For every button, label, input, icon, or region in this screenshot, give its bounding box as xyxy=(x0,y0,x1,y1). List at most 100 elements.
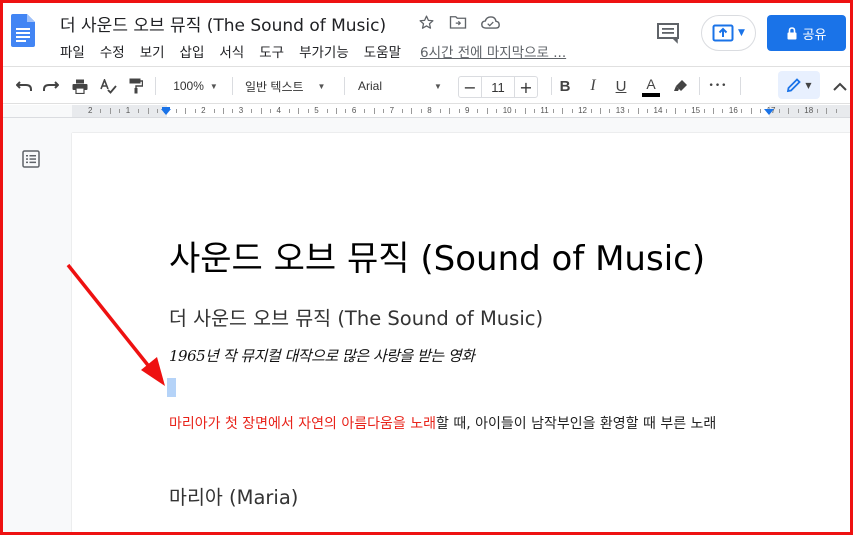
increase-font-size-button[interactable]: + xyxy=(515,77,537,97)
present-button[interactable]: ▼ xyxy=(701,15,756,51)
menu-format[interactable]: 서식 xyxy=(219,41,251,61)
chevron-down-icon: ▼ xyxy=(209,81,218,91)
redo-icon[interactable] xyxy=(41,75,61,97)
move-to-folder-icon[interactable] xyxy=(448,12,468,32)
doc-heading-maria[interactable]: 마리아 (Maria) xyxy=(169,481,298,510)
ruler-tick xyxy=(750,108,752,114)
text-cursor xyxy=(167,378,176,397)
font-family-value: Arial xyxy=(358,79,383,93)
ruler-tick xyxy=(119,109,121,113)
ruler-tick xyxy=(741,109,743,113)
ruler-tick xyxy=(222,108,224,114)
ruler-label: 9 xyxy=(465,106,470,115)
menu-file[interactable]: 파일 xyxy=(60,41,92,61)
menu-view[interactable]: 보기 xyxy=(140,41,172,61)
print-icon[interactable] xyxy=(70,75,90,97)
ruler-label: 6 xyxy=(351,106,357,115)
menu-tools[interactable]: 도구 xyxy=(259,41,291,61)
doc-paragraph[interactable]: 마리아가 첫 장면에서 자연의 아름다움을 노래할 때, 아이들이 남작부인을 … xyxy=(169,415,749,433)
present-icon xyxy=(712,24,734,42)
horizontal-ruler[interactable]: 2 1 1 2 3 4 5 6 7 8 9 10 11 12 13 14 15 16 17 18 xyxy=(72,105,853,117)
ruler-tick xyxy=(298,108,300,114)
chevron-down-icon: ▼ xyxy=(434,81,442,91)
menu-edit[interactable]: 수정 xyxy=(100,41,132,61)
doc-subtitle[interactable]: 더 사운드 오브 뮤직 (The Sound of Music) xyxy=(169,302,543,331)
menu-help[interactable]: 도움말 xyxy=(364,41,408,61)
spellcheck-icon[interactable] xyxy=(98,75,118,97)
text-color-button[interactable]: A xyxy=(640,75,662,97)
doc-red-text: 마리아가 첫 장면에서 자연의 아름다움을 노래 xyxy=(169,416,436,432)
ruler-tick xyxy=(665,109,667,113)
ruler-tick xyxy=(552,109,554,113)
cloud-status-icon[interactable] xyxy=(480,12,500,32)
menu-addons[interactable]: 부가기능 xyxy=(299,41,356,61)
bold-button[interactable]: B xyxy=(556,75,574,97)
app-header: 더 사운드 오브 뮤직 (The Sound of Music) 파일 수정 보… xyxy=(0,0,853,66)
chevron-down-icon: ▼ xyxy=(805,80,812,90)
doc-handwritten-line[interactable]: 1965년 작 뮤지컬 대작으로 많은 사랑을 받는 영화 xyxy=(169,345,475,366)
paint-format-icon[interactable] xyxy=(126,75,146,97)
ruler-tick xyxy=(439,109,441,113)
right-indent-marker[interactable] xyxy=(764,109,774,115)
ruler-tick xyxy=(194,109,196,113)
ruler: 2 1 1 2 3 4 5 6 7 8 9 10 11 12 13 14 15 16 17 18 xyxy=(0,105,853,118)
document-title[interactable]: 더 사운드 오브 뮤직 (The Sound of Music) xyxy=(60,11,386,36)
ruler-label: 16 xyxy=(728,106,738,115)
editing-mode-button[interactable]: ▼ xyxy=(778,71,820,99)
ruler-tick xyxy=(835,109,837,113)
ruler-tick xyxy=(270,109,272,113)
chevron-down-icon: ▼ xyxy=(738,28,745,38)
google-docs-logo-icon[interactable] xyxy=(11,14,35,47)
ruler-tick xyxy=(307,109,309,113)
ruler-label: 3 xyxy=(238,106,244,115)
ruler-tick xyxy=(345,109,347,113)
ruler-tick xyxy=(477,109,479,113)
document-page[interactable] xyxy=(72,133,853,535)
collapse-menus-icon[interactable] xyxy=(830,75,850,97)
left-indent-marker[interactable] xyxy=(161,109,171,115)
font-family-select[interactable]: Arial ▼ xyxy=(358,75,450,97)
text-color-swatch xyxy=(642,92,660,97)
doc-title[interactable]: 사운드 오브 뮤직 (Sound of Music) xyxy=(169,231,705,280)
ruler-tick xyxy=(364,109,366,113)
ruler-tick xyxy=(486,108,488,114)
document-outline-icon[interactable] xyxy=(22,150,40,168)
lock-icon xyxy=(787,26,797,39)
ruler-tick xyxy=(251,109,253,113)
decrease-font-size-button[interactable]: − xyxy=(459,77,481,97)
ruler-tick xyxy=(637,108,639,114)
share-button[interactable]: 공유 xyxy=(767,15,846,51)
zoom-select[interactable]: 100% ▼ xyxy=(168,75,223,97)
comments-icon[interactable] xyxy=(656,22,680,44)
ruler-tick xyxy=(420,109,422,113)
ruler-tick xyxy=(779,109,781,113)
ruler-tick xyxy=(816,109,818,113)
paragraph-style-select[interactable]: 일반 텍스트 ▼ xyxy=(245,75,335,97)
ruler-tick xyxy=(684,109,686,113)
text-color-label: A xyxy=(646,75,656,92)
ruler-tick xyxy=(713,108,715,114)
undo-icon[interactable] xyxy=(14,75,34,97)
star-icon[interactable] xyxy=(416,12,436,32)
ruler-tick xyxy=(138,109,140,113)
ruler-label: 7 xyxy=(389,106,395,115)
zoom-value: 100% xyxy=(173,79,204,93)
ruler-label: 5 xyxy=(314,106,319,115)
ruler-tick xyxy=(336,108,338,114)
more-options-icon[interactable]: ••• xyxy=(706,75,730,97)
ruler-tick xyxy=(402,109,404,113)
first-line-indent-marker[interactable] xyxy=(162,107,170,109)
ruler-tick xyxy=(609,109,611,113)
toolbar: 100% ▼ 일반 텍스트 ▼ Arial ▼ − 11 + B I U A ••• xyxy=(0,66,853,104)
ruler-label: 8 xyxy=(427,106,432,115)
underline-button[interactable]: U xyxy=(612,75,630,97)
ruler-label: 15 xyxy=(691,106,701,115)
last-edit-link[interactable]: 6시간 전에 마지막으로 ... xyxy=(420,41,566,61)
italic-button[interactable]: I xyxy=(584,75,602,97)
menu-insert[interactable]: 삽입 xyxy=(180,41,212,61)
ruler-tick xyxy=(326,109,328,113)
ruler-tick xyxy=(562,108,564,114)
font-size-input[interactable]: 11 xyxy=(481,77,515,97)
highlight-color-icon[interactable] xyxy=(671,75,691,97)
ruler-tick xyxy=(458,109,460,113)
